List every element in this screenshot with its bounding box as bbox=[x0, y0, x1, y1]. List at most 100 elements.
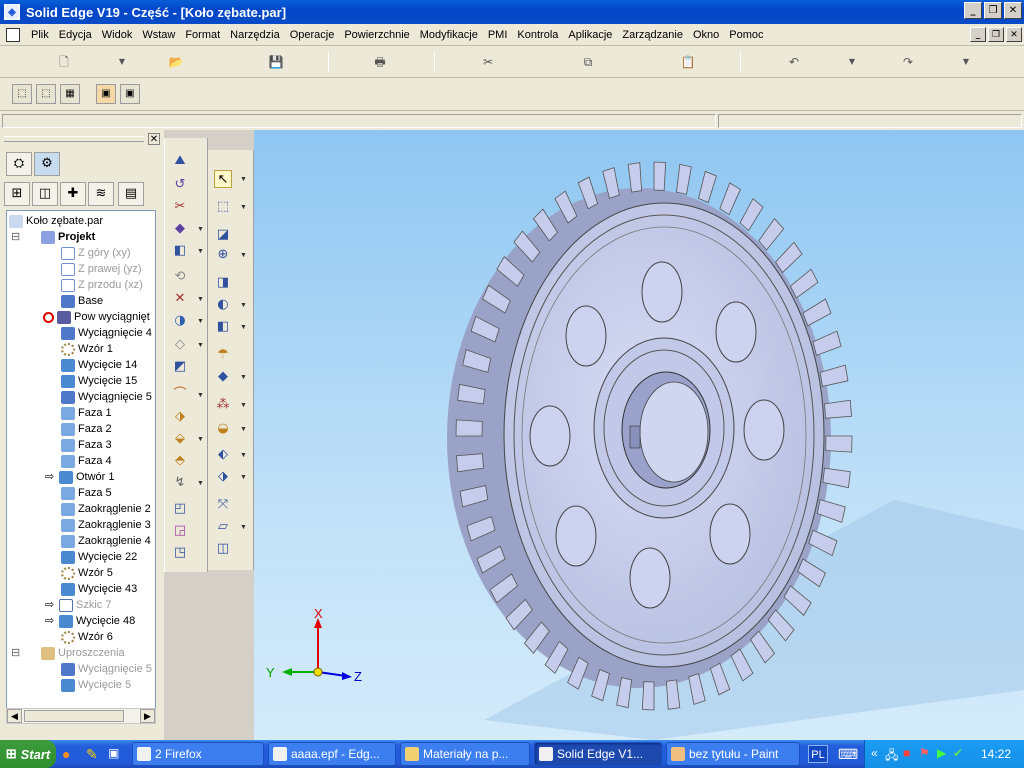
tree-item[interactable]: Wzór 1 bbox=[61, 341, 113, 357]
sw-icon[interactable]: ▣ bbox=[108, 746, 119, 760]
open-icon[interactable]: 📂 bbox=[168, 54, 184, 70]
redo-icon[interactable]: ↷ bbox=[900, 54, 916, 70]
close-button[interactable]: ✕ bbox=[1004, 2, 1022, 19]
draft-tool-icon[interactable]: ⬗ bbox=[171, 408, 189, 426]
tree-horizontal-scrollbar[interactable]: ◀ ▶ bbox=[6, 708, 156, 724]
tree-item[interactable]: ⇨ Otwór 1 bbox=[45, 469, 115, 485]
menu-narzedzia[interactable]: Narzędzia bbox=[225, 24, 285, 46]
tree-project[interactable]: Projekt bbox=[41, 229, 95, 245]
sketch-tool-icon[interactable]: ⬚ bbox=[214, 198, 232, 216]
hole-tool-icon[interactable]: ◆ bbox=[171, 220, 189, 238]
coordinate-tool-icon[interactable]: ⊕ bbox=[214, 246, 232, 264]
curve-tool-icon[interactable]: ⤧ bbox=[214, 496, 232, 514]
menu-modyfikacje[interactable]: Modyfikacje bbox=[415, 24, 483, 46]
taskbar-button-paint[interactable]: bez tytułu - Paint bbox=[666, 742, 800, 766]
doc-restore-button[interactable]: ❐ bbox=[988, 27, 1004, 42]
part-copy-tool-icon[interactable]: ◰ bbox=[171, 500, 189, 518]
tree-item[interactable]: Faza 1 bbox=[61, 405, 112, 421]
layers-tab-icon[interactable]: ◫ bbox=[32, 182, 58, 206]
cutout-tool-icon[interactable]: ✂ bbox=[171, 198, 189, 216]
pattern-tool-icon[interactable]: ⬙ bbox=[171, 430, 189, 448]
surface-tool-icon[interactable]: ☂ bbox=[214, 346, 232, 364]
menu-zarzadzanie[interactable]: Zarządzanie bbox=[617, 24, 688, 46]
play-icon[interactable]: ▶ bbox=[937, 746, 946, 760]
display-tab-icon[interactable]: ▤ bbox=[118, 182, 144, 206]
select-filter-icon[interactable]: ⬚ bbox=[36, 84, 56, 104]
panel-grip[interactable] bbox=[4, 136, 144, 142]
keyboard-icon[interactable]: ⌨ bbox=[838, 746, 858, 763]
menu-aplikacje[interactable]: Aplikacje bbox=[563, 24, 617, 46]
face-relate-tool-icon[interactable]: ◳ bbox=[171, 544, 189, 562]
menu-powierzchnie[interactable]: Powierzchnie bbox=[339, 24, 414, 46]
tray-flag-icon[interactable]: ⚑ bbox=[919, 746, 930, 760]
model-viewport[interactable]: X Y Z bbox=[254, 130, 1024, 740]
taskbar-button-edge[interactable]: aaaa.epf - Edg... bbox=[268, 742, 396, 766]
menu-okno[interactable]: Okno bbox=[688, 24, 724, 46]
quicklaunch-icon[interactable]: ✎ bbox=[86, 746, 98, 763]
menu-format[interactable]: Format bbox=[180, 24, 225, 46]
extrude-tool-icon[interactable]: ⛰ bbox=[171, 152, 189, 170]
menu-kontrola[interactable]: Kontrola bbox=[512, 24, 563, 46]
menu-wstaw[interactable]: Wstaw bbox=[137, 24, 180, 46]
scroll-thumb[interactable] bbox=[24, 710, 124, 722]
plane-tool-icon[interactable]: ◪ bbox=[214, 226, 232, 244]
clock[interactable]: 14:22 bbox=[981, 747, 1011, 761]
tree-item[interactable]: Wycięcie 14 bbox=[61, 357, 137, 373]
taskbar-button-folder[interactable]: Materiały na p... bbox=[400, 742, 530, 766]
tree-item[interactable]: Faza 3 bbox=[61, 437, 112, 453]
cut-icon[interactable]: ✂ bbox=[480, 54, 496, 70]
derived-curve-icon[interactable]: ▱ bbox=[214, 518, 232, 536]
trim-tool-icon[interactable]: ⬖ bbox=[214, 446, 232, 464]
boolean-tool-icon[interactable]: ◲ bbox=[171, 522, 189, 540]
redo-dropdown-icon[interactable]: ▼ bbox=[958, 54, 974, 70]
tree-item[interactable]: Wyciągnięcie 4 bbox=[61, 325, 152, 341]
feature-icon[interactable]: ▣ bbox=[96, 84, 116, 104]
tree-item[interactable]: Wycięcie 5 bbox=[61, 677, 131, 693]
new-dropdown-icon[interactable]: ▼ bbox=[114, 54, 130, 70]
select-box-icon[interactable]: ▦ bbox=[60, 84, 80, 104]
menu-pmi[interactable]: PMI bbox=[483, 24, 513, 46]
reference-plane-icon[interactable]: ◨ bbox=[214, 274, 232, 292]
loft-tool-icon[interactable]: ◧ bbox=[171, 242, 189, 260]
minimize-button[interactable]: _ bbox=[964, 2, 982, 19]
scroll-left-button[interactable]: ◀ bbox=[7, 709, 22, 723]
tree-item[interactable]: Wzór 6 bbox=[61, 629, 113, 645]
restore-button[interactable]: ❐ bbox=[984, 2, 1002, 19]
thread-tool-icon[interactable]: ⟲ bbox=[171, 268, 189, 286]
menu-widok[interactable]: Widok bbox=[97, 24, 138, 46]
menu-operacje[interactable]: Operacje bbox=[285, 24, 340, 46]
thin-wall-tool-icon[interactable]: ↯ bbox=[171, 474, 189, 492]
bluesurf-tool-icon[interactable]: ◆ bbox=[214, 368, 232, 386]
menu-pomoc[interactable]: Pomoc bbox=[724, 24, 768, 46]
panel-close-button[interactable]: ✕ bbox=[148, 133, 160, 145]
shell-tool-icon[interactable]: ◑ bbox=[171, 312, 189, 330]
menu-plik[interactable]: Plik bbox=[26, 24, 54, 46]
tree-item[interactable]: Wzór 5 bbox=[61, 565, 113, 581]
firefox-icon[interactable]: ● bbox=[62, 746, 70, 762]
intersect-tool-icon[interactable]: ⁂ bbox=[214, 396, 232, 414]
tree-root[interactable]: Koło zębate.par bbox=[9, 213, 103, 229]
web-tool-icon[interactable]: ◇ bbox=[171, 336, 189, 354]
feature-grid-icon[interactable]: ▣ bbox=[120, 84, 140, 104]
tree-item[interactable]: Wyciągnięcie 5 bbox=[61, 389, 152, 405]
print-icon[interactable]: 🖶 bbox=[372, 54, 388, 70]
tree-item[interactable]: Faza 4 bbox=[61, 453, 112, 469]
tree-item[interactable]: Faza 2 bbox=[61, 421, 112, 437]
tree-item[interactable]: Zaokrąglenie 2 bbox=[61, 501, 151, 517]
rib-tool-icon[interactable]: ✕ bbox=[171, 290, 189, 308]
family-tab-icon[interactable]: ⊞ bbox=[4, 182, 30, 206]
taskbar-button-solid-edge[interactable]: Solid Edge V1... bbox=[534, 742, 662, 766]
tree-item[interactable]: Wycięcie 22 bbox=[61, 549, 137, 565]
mirror-tool-icon[interactable]: ⬘ bbox=[171, 452, 189, 470]
tree-item[interactable]: Faza 5 bbox=[61, 485, 112, 501]
split-tool-icon[interactable]: ◒ bbox=[214, 420, 232, 438]
sketches-tab-icon[interactable]: ≋ bbox=[88, 182, 114, 206]
tree-item[interactable]: ⇨ Szkic 7 bbox=[45, 597, 111, 613]
tree-item[interactable]: Zaokrąglenie 3 bbox=[61, 517, 151, 533]
tree-item[interactable]: Pow wyciągnięt bbox=[43, 309, 150, 325]
save-icon[interactable]: 💾 bbox=[268, 54, 284, 70]
tree-item[interactable]: Zaokrąglenie 4 bbox=[61, 533, 151, 549]
taskbar-button-firefox[interactable]: 2 Firefox bbox=[132, 742, 264, 766]
new-icon[interactable]: 🗋 bbox=[56, 54, 72, 70]
undo-icon[interactable]: ↶ bbox=[786, 54, 802, 70]
